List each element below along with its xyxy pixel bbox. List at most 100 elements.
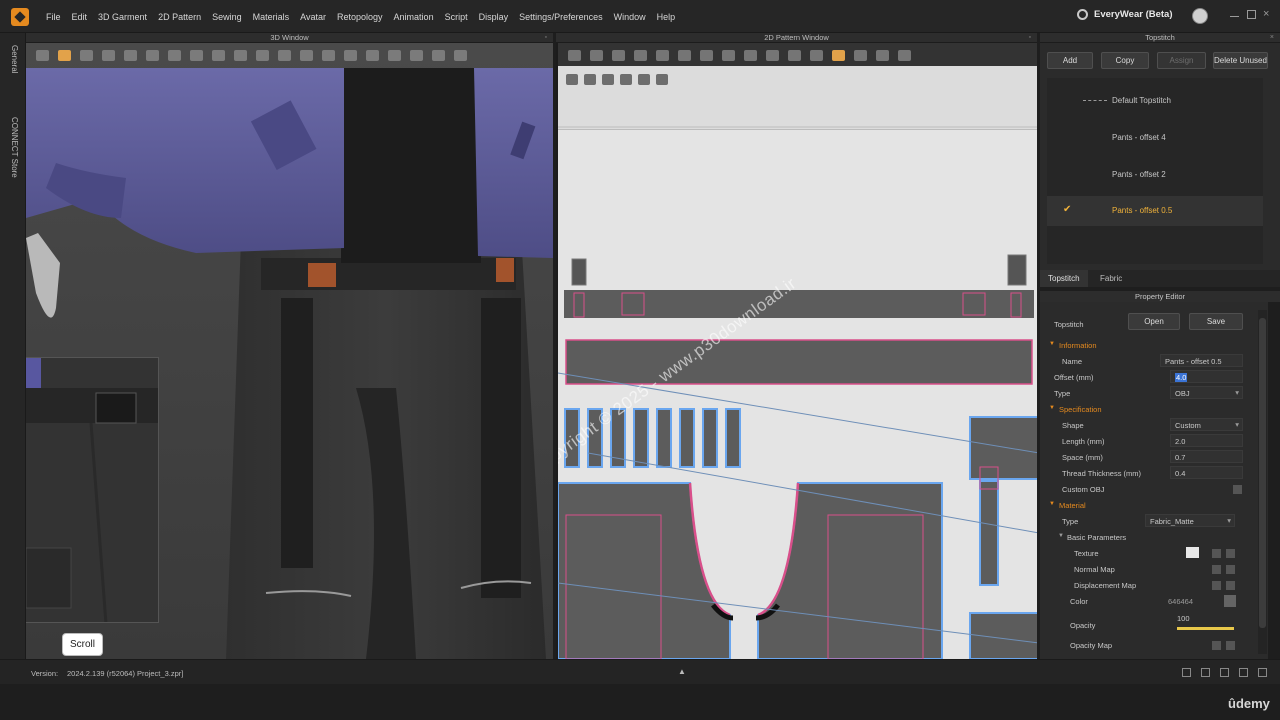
browse-icon[interactable]	[1233, 485, 1242, 494]
list-item[interactable]: Default Topstitch	[1047, 86, 1263, 116]
list-item-label: Default Topstitch	[1112, 96, 1171, 105]
shape-dropdown[interactable]: Custom	[1170, 418, 1243, 431]
type-dropdown[interactable]: OBJ	[1170, 386, 1243, 399]
list-item-selected[interactable]: ✔ Pants - offset 0.5	[1047, 196, 1263, 226]
opacity-slider[interactable]	[1177, 627, 1234, 630]
expand-up-icon[interactable]: ▲	[678, 667, 686, 676]
tool-icon[interactable]	[344, 49, 357, 61]
assign-button[interactable]: Assign	[1157, 52, 1206, 69]
tab-topstitch[interactable]: Topstitch	[1040, 270, 1088, 287]
pattern-piece[interactable]	[558, 482, 731, 659]
pattern-piece[interactable]	[565, 339, 1033, 385]
menu-window[interactable]: Window	[614, 12, 646, 22]
property-scrollbar[interactable]	[1258, 310, 1267, 654]
undock-icon[interactable]: ▫	[1029, 33, 1031, 43]
delete-icon[interactable]	[1226, 641, 1235, 650]
user-avatar[interactable]	[1192, 8, 1208, 24]
menu-script[interactable]: Script	[445, 12, 468, 22]
menu-file[interactable]: File	[46, 12, 61, 22]
section-specification[interactable]: ▼ Specification	[1040, 401, 1268, 417]
menu-animation[interactable]: Animation	[394, 12, 434, 22]
pattern-piece[interactable]	[1007, 254, 1027, 286]
tool-icon[interactable]	[234, 49, 247, 61]
menu-help[interactable]: Help	[657, 12, 676, 22]
panel-close-icon[interactable]: ×	[1270, 33, 1274, 43]
menu-materials[interactable]: Materials	[253, 12, 290, 22]
select-mesh-icon[interactable]	[36, 49, 49, 61]
menu-retopology[interactable]: Retopology	[337, 12, 383, 22]
undock-icon[interactable]: ▫	[545, 33, 547, 43]
copy-button[interactable]: Copy	[1101, 52, 1149, 69]
name-field[interactable]: Pants - offset 0.5	[1160, 354, 1243, 367]
delete-icon[interactable]	[1226, 581, 1235, 590]
workspace-switcher[interactable]: EveryWear (Beta)	[1077, 9, 1173, 20]
panel-title-2d: 2D Pattern Window	[764, 33, 829, 42]
tool-icon[interactable]	[388, 49, 401, 61]
tool-icon[interactable]	[454, 49, 467, 61]
open-button[interactable]: Open	[1128, 313, 1180, 330]
minimize-icon[interactable]	[1230, 10, 1239, 17]
menu-avatar[interactable]: Avatar	[300, 12, 326, 22]
list-item-label: Pants - offset 0.5	[1112, 206, 1173, 215]
layout-icon[interactable]	[1239, 668, 1248, 677]
browse-icon[interactable]	[1212, 581, 1221, 590]
tool-icon[interactable]	[256, 49, 269, 61]
delete-unused-button[interactable]: Delete Unused	[1213, 52, 1268, 69]
pattern-canvas[interactable]	[558, 43, 1037, 659]
side-tab-connect-store[interactable]: CONNECT Store	[10, 117, 19, 178]
side-tab-general[interactable]: General	[10, 45, 19, 73]
layout-icon[interactable]	[1258, 668, 1267, 677]
color-swatch[interactable]	[1224, 595, 1236, 607]
texture-swatch[interactable]	[1186, 547, 1199, 558]
list-item[interactable]: Pants - offset 2	[1047, 160, 1263, 190]
tool-icon[interactable]	[300, 49, 313, 61]
list-item[interactable]: Pants - offset 4	[1047, 123, 1263, 153]
3d-window[interactable]	[26, 43, 553, 659]
menu-settings[interactable]: Settings/Preferences	[519, 12, 603, 22]
layout-icon[interactable]	[1182, 668, 1191, 677]
2d-pattern-window[interactable]: Copyright © 2025 - www.p30download.ir	[556, 43, 1037, 659]
material-type-dropdown[interactable]: Fabric_Matte	[1145, 514, 1235, 527]
thread-thickness-field[interactable]: 0.4	[1170, 466, 1243, 479]
tool-icon[interactable]	[432, 49, 445, 61]
add-button[interactable]: Add	[1047, 52, 1093, 69]
tool-icon[interactable]	[410, 49, 423, 61]
menu-3d-garment[interactable]: 3D Garment	[98, 12, 147, 22]
tool-icon[interactable]	[168, 49, 181, 61]
menu-sewing[interactable]: Sewing	[212, 12, 242, 22]
pattern-piece[interactable]	[979, 480, 999, 586]
browse-icon[interactable]	[1212, 565, 1221, 574]
tool-icon[interactable]	[322, 49, 335, 61]
transform-icon[interactable]	[58, 49, 71, 61]
basic-parameters-row[interactable]: ▼ Basic Parameters	[1040, 529, 1268, 545]
layout-icon[interactable]	[1220, 668, 1229, 677]
color-label: Color	[1070, 597, 1088, 606]
space-field[interactable]: 0.7	[1170, 450, 1243, 463]
delete-icon[interactable]	[1226, 565, 1235, 574]
menu-edit[interactable]: Edit	[72, 12, 88, 22]
scrollbar-thumb[interactable]	[1259, 318, 1266, 628]
tool-icon[interactable]	[366, 49, 379, 61]
browse-icon[interactable]	[1212, 641, 1221, 650]
delete-icon[interactable]	[1226, 549, 1235, 558]
tool-icon[interactable]	[102, 49, 115, 61]
tab-fabric[interactable]: Fabric	[1092, 270, 1130, 287]
pattern-piece[interactable]	[571, 258, 587, 286]
maximize-icon[interactable]	[1247, 10, 1256, 19]
tool-icon[interactable]	[124, 49, 137, 61]
length-field[interactable]: 2.0	[1170, 434, 1243, 447]
tool-icon[interactable]	[146, 49, 159, 61]
menu-2d-pattern[interactable]: 2D Pattern	[158, 12, 201, 22]
section-information[interactable]: ▼ Information	[1040, 337, 1268, 353]
menu-display[interactable]: Display	[479, 12, 509, 22]
box-select-icon[interactable]	[80, 49, 93, 61]
save-button[interactable]: Save	[1189, 313, 1243, 330]
layout-icon[interactable]	[1201, 668, 1210, 677]
section-material[interactable]: ▼ Material	[1040, 497, 1268, 513]
tool-icon[interactable]	[278, 49, 291, 61]
offset-field[interactable]: 4.0	[1170, 370, 1243, 383]
tool-icon[interactable]	[190, 49, 203, 61]
close-icon[interactable]: ×	[1263, 9, 1272, 20]
browse-icon[interactable]	[1212, 549, 1221, 558]
tool-icon[interactable]	[212, 49, 225, 61]
